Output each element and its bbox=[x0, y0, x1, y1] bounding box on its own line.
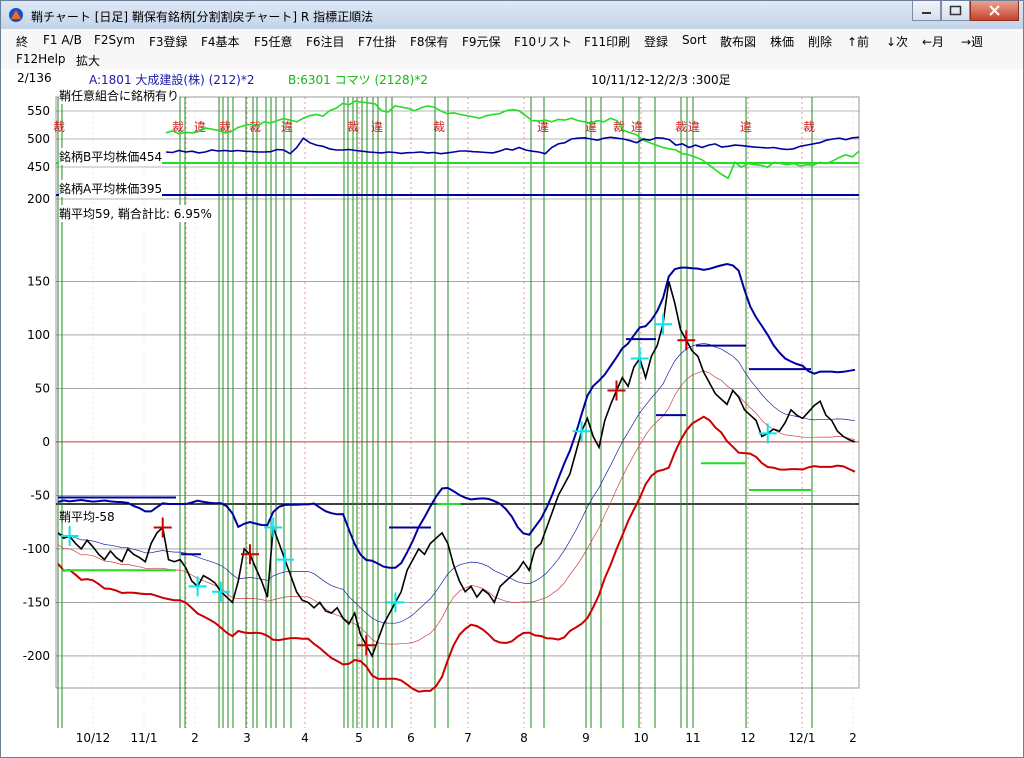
stock-a-series-line bbox=[165, 136, 860, 155]
period-label: 10/11/12-12/2/3 :300足 bbox=[591, 73, 731, 87]
menu-item-entry[interactable]: F7仕掛 bbox=[358, 33, 397, 50]
menu-item-help[interactable]: F12Help bbox=[16, 52, 66, 66]
maximize-icon bbox=[949, 5, 962, 16]
trade-cross-marker bbox=[654, 314, 673, 335]
menu-item-ab[interactable]: F1 A/B bbox=[43, 33, 82, 47]
record-counter: 2/136 bbox=[17, 71, 52, 85]
xtick-label: 10 bbox=[633, 731, 648, 745]
app-logo-icon bbox=[9, 8, 23, 22]
trade-cross-marker bbox=[240, 544, 259, 565]
signal-label: 裁 bbox=[675, 120, 687, 134]
combo-note: 鞘任意組合に銘柄有り bbox=[59, 87, 180, 104]
top-ytick-label: 550 bbox=[27, 104, 50, 118]
trade-cross-marker bbox=[572, 421, 591, 442]
trade-cross-marker bbox=[758, 423, 777, 444]
main-ytick-label: 0 bbox=[42, 435, 50, 449]
menu-item-sort[interactable]: Sort bbox=[682, 33, 707, 47]
spread-stats: 鞘平均59, 鞘合計比: 6.95% bbox=[59, 205, 212, 222]
trade-cross-marker bbox=[264, 517, 283, 538]
menu-item-scatter[interactable]: 散布図 bbox=[720, 33, 756, 50]
stock-a-label: A:1801 大成建設(株) (212)*2 bbox=[89, 73, 255, 87]
app-window: 鞘チャート [日足] 鞘保有銘柄[分割割戻チャート] R 指標正順法 終 F1 … bbox=[0, 0, 1024, 758]
menu-item-zoom[interactable]: 拡大 bbox=[76, 52, 100, 69]
menu-item-orig-hold[interactable]: F9元保 bbox=[462, 33, 501, 50]
xtick-label: 12/1 bbox=[789, 731, 816, 745]
spread-average-label: 鞘平均-58 bbox=[59, 510, 115, 524]
inner-band-line bbox=[57, 370, 856, 645]
menu-item-list[interactable]: F10リスト bbox=[514, 33, 572, 50]
xtick-label: 12 bbox=[740, 731, 755, 745]
signal-label: 裁 bbox=[347, 120, 359, 134]
menu-item-week[interactable]: →週 bbox=[961, 33, 983, 50]
signal-label: 違 bbox=[631, 120, 643, 134]
chart-area[interactable]: 550 500 450 200 150 100 50 0 -50 -100 -150 -200 10/1… bbox=[1, 87, 1023, 757]
title-bar[interactable]: 鞘チャート [日足] 鞘保有銘柄[分割割戻チャート] R 指標正順法 bbox=[1, 1, 1023, 29]
main-ytick-label: -150 bbox=[23, 595, 50, 609]
minimize-icon bbox=[922, 12, 931, 14]
maximize-button[interactable] bbox=[941, 1, 970, 21]
signal-label: 裁 bbox=[249, 120, 261, 134]
stock-b-avg-price: 銘柄B平均株価454 bbox=[59, 148, 163, 165]
menu-bar: 終 F1 A/B F2Sym F3登録 F4基本 F5任意 F6注目 F7仕掛 … bbox=[1, 29, 1023, 70]
stock-b-label: B:6301 コマツ (2128)*2 bbox=[288, 73, 428, 87]
stock-a-avg-price: 銘柄A平均株価395 bbox=[59, 180, 163, 197]
xtick-label: 10/12 bbox=[76, 731, 111, 745]
window-title: 鞘チャート [日足] 鞘保有銘柄[分割割戻チャート] R 指標正順法 bbox=[31, 10, 374, 24]
trade-cross-marker bbox=[630, 348, 649, 369]
mid-band-line bbox=[57, 342, 856, 624]
signal-label: 裁 bbox=[53, 120, 65, 134]
xtick-label: 3 bbox=[243, 731, 251, 745]
xtick-label: 6 bbox=[407, 731, 415, 745]
xtick-label: 4 bbox=[301, 731, 309, 745]
top-ytick-label: 500 bbox=[27, 132, 50, 146]
close-icon bbox=[989, 5, 1000, 16]
menu-item-month[interactable]: ←月 bbox=[922, 33, 944, 50]
menu-item-register[interactable]: F3登録 bbox=[149, 33, 188, 50]
top-ytick-label: 450 bbox=[27, 160, 50, 174]
menu-item-exit[interactable]: 終 bbox=[16, 33, 28, 50]
xtick-label: 2 bbox=[849, 731, 857, 745]
signal-label: 違 bbox=[537, 120, 549, 134]
menu-item-arbitrary[interactable]: F5任意 bbox=[254, 33, 293, 50]
menu-item-save[interactable]: 登録 bbox=[644, 33, 668, 50]
menu-item-prev[interactable]: ↑前 bbox=[847, 33, 869, 50]
xtick-label: 2 bbox=[191, 731, 199, 745]
trade-cross-marker bbox=[211, 581, 230, 602]
main-ytick-label: 100 bbox=[27, 328, 50, 342]
xtick-label: 11 bbox=[685, 731, 700, 745]
menu-item-price[interactable]: 株価 bbox=[770, 33, 794, 50]
info-bar: 2/136 A:1801 大成建設(株) (212)*2 B:6301 コマツ … bbox=[1, 69, 1023, 87]
top-ytick-label: 200 bbox=[27, 192, 50, 206]
upper-band-line bbox=[57, 262, 856, 569]
menu-item-next[interactable]: ↓次 bbox=[886, 33, 908, 50]
window-controls bbox=[912, 1, 1019, 21]
xtick-label: 9 bbox=[582, 731, 590, 745]
menu-item-delete[interactable]: 削除 bbox=[808, 33, 832, 50]
xtick-label: 11/1 bbox=[131, 731, 158, 745]
main-ytick-label: 50 bbox=[35, 381, 50, 395]
main-ytick-label: -50 bbox=[30, 488, 50, 502]
signal-label: 違 bbox=[371, 120, 383, 134]
main-ytick-label: -100 bbox=[23, 542, 50, 556]
menu-item-hold[interactable]: F8保有 bbox=[410, 33, 449, 50]
main-ytick-label: 150 bbox=[27, 274, 50, 288]
menu-item-print[interactable]: F11印刷 bbox=[584, 33, 630, 50]
menu-item-sym[interactable]: F2Sym bbox=[94, 33, 135, 47]
xtick-label: 7 bbox=[464, 731, 472, 745]
menu-item-watch[interactable]: F6注目 bbox=[306, 33, 345, 50]
signal-label: 裁 bbox=[433, 120, 445, 134]
trade-cross-marker bbox=[386, 592, 405, 613]
minimize-button[interactable] bbox=[912, 1, 941, 21]
signal-label: 違 bbox=[740, 120, 752, 134]
xtick-label: 8 bbox=[520, 731, 528, 745]
signal-label: 裁 bbox=[803, 120, 815, 134]
xtick-label: 5 bbox=[355, 731, 363, 745]
stock-b-series-line bbox=[165, 100, 860, 180]
close-button[interactable] bbox=[970, 1, 1019, 21]
main-ytick-label: -200 bbox=[23, 649, 50, 663]
signal-label: 違 bbox=[281, 120, 293, 134]
signal-label: 違 bbox=[688, 120, 700, 134]
lower-band-line bbox=[57, 415, 856, 693]
menu-item-basic[interactable]: F4基本 bbox=[201, 33, 240, 50]
